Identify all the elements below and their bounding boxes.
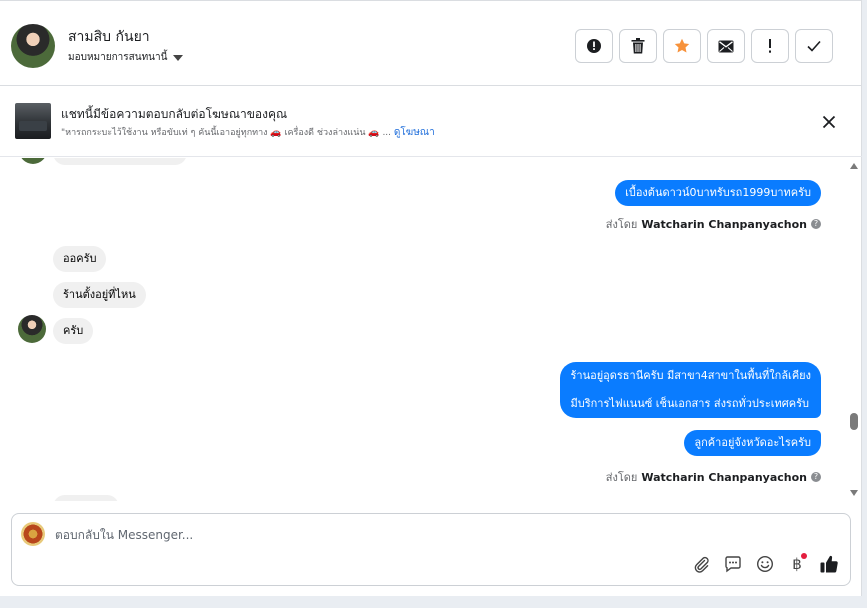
notification-dot (801, 553, 807, 559)
emoji-icon (756, 555, 774, 573)
envelope-icon (718, 40, 734, 52)
contact-name[interactable]: สามสิบ กันยา (68, 26, 150, 48)
help-icon[interactable]: ? (811, 472, 821, 482)
message-list[interactable]: เบื้องต้นดาวน์0บาทรับรถ1999บาทครับ ส่งโด… (0, 158, 862, 501)
like-icon (820, 555, 838, 573)
paperclip-icon (694, 556, 709, 573)
conversation-header: สามสิบ กันยา มอบหมายการสนทนานี้ (0, 8, 862, 86)
message-line: ร้านอยู่อุดรธานีครับ มีสาขา4สาขาในพื้นที… (570, 369, 811, 382)
like-button[interactable] (818, 553, 840, 575)
assign-label: มอบหมายการสนทนานี้ (68, 52, 168, 63)
payment-button[interactable]: ฿ (786, 553, 808, 575)
star-button[interactable] (663, 29, 701, 63)
sent-by-label: ส่งโดย Watcharin Chanpanyachon ? (606, 215, 821, 233)
view-ad-link[interactable]: ดูโฆษณา (394, 127, 435, 138)
baht-icon: ฿ (792, 555, 802, 573)
sender-name: Watcharin Chanpanyachon (641, 217, 807, 231)
sender-name: Watcharin Chanpanyachon (641, 470, 807, 484)
priority-button[interactable] (751, 29, 789, 63)
message-bubble-outgoing[interactable]: เบื้องต้นดาวน์0บาทรับรถ1999บาทครับ (615, 180, 821, 206)
contact-avatar-small[interactable] (18, 315, 46, 343)
message-bubble-outgoing[interactable]: ลูกค้าอยู่จังหวัดอะไรครับ (684, 430, 821, 456)
sent-by-prefix: ส่งโดย (605, 471, 638, 484)
page-avatar (21, 522, 45, 546)
mark-unread-button[interactable] (707, 29, 745, 63)
exclamation-icon (769, 39, 771, 53)
message-bubble-partial (53, 495, 119, 501)
composer-tools: ฿ (690, 553, 840, 575)
sent-by-label: ส่งโดย Watcharin Chanpanyachon ? (606, 468, 821, 486)
ad-excerpt: "หารถกระบะไว้ใช้งาน หรือขับเท่ ๆ คันนี้เ… (61, 128, 392, 138)
message-bubble-incoming[interactable]: ร้านตั้งอยู่ที่ไหน (53, 282, 146, 308)
emoji-button[interactable] (754, 553, 776, 575)
close-icon[interactable] (820, 113, 838, 131)
caret-down-icon (173, 54, 184, 61)
contact-avatar[interactable] (11, 24, 55, 68)
header-actions (575, 29, 833, 63)
assign-conversation-dropdown[interactable]: มอบหมายการสนทนานี้ (68, 50, 184, 65)
conversation-panel: สามสิบ กันยา มอบหมายการสนทนานี้ แชทนี้มี… (0, 0, 862, 596)
message-line: มีบริการไฟแนนซ์ เช็นเอกสาร ส่งรถทั่วประเ… (570, 397, 809, 410)
ad-banner-subtitle: "หารถกระบะไว้ใช้งาน หรือขับเท่ ๆ คันนี้เ… (61, 125, 435, 140)
sent-by-prefix: ส่งโดย (605, 218, 638, 231)
reply-input[interactable] (55, 526, 815, 544)
star-icon (674, 38, 690, 53)
scroll-down-arrow-icon[interactable] (850, 490, 858, 496)
check-icon (807, 40, 821, 52)
mark-done-button[interactable] (795, 29, 833, 63)
help-icon[interactable]: ? (811, 219, 821, 229)
contact-avatar-small (19, 158, 47, 164)
scrollbar-thumb[interactable] (850, 413, 858, 430)
ad-reply-banner: แชทนี้มีข้อความตอบกลับต่อโฆษณาของคุณ "หา… (0, 87, 862, 157)
message-bubble-outgoing[interactable]: ร้านอยู่อุดรธานีครับ มีสาขา4สาขาในพื้นที… (560, 362, 821, 418)
message-bubble-incoming[interactable]: ออครับ (53, 246, 107, 272)
saved-reply-icon (725, 556, 741, 573)
message-bubble-incoming[interactable]: ครับ (53, 318, 94, 344)
delete-button[interactable] (619, 29, 657, 63)
trash-icon (631, 38, 645, 54)
message-bubble-partial (53, 158, 187, 165)
reply-composer: ฿ (11, 513, 851, 586)
alert-circle-icon (587, 39, 601, 53)
saved-replies-button[interactable] (722, 553, 744, 575)
ad-thumbnail[interactable] (15, 103, 51, 139)
scroll-up-arrow-icon[interactable] (850, 163, 858, 169)
attach-button[interactable] (690, 553, 712, 575)
scrollbar[interactable] (846, 158, 862, 501)
report-spam-button[interactable] (575, 29, 613, 63)
ad-banner-title: แชทนี้มีข้อความตอบกลับต่อโฆษณาของคุณ (61, 107, 288, 121)
